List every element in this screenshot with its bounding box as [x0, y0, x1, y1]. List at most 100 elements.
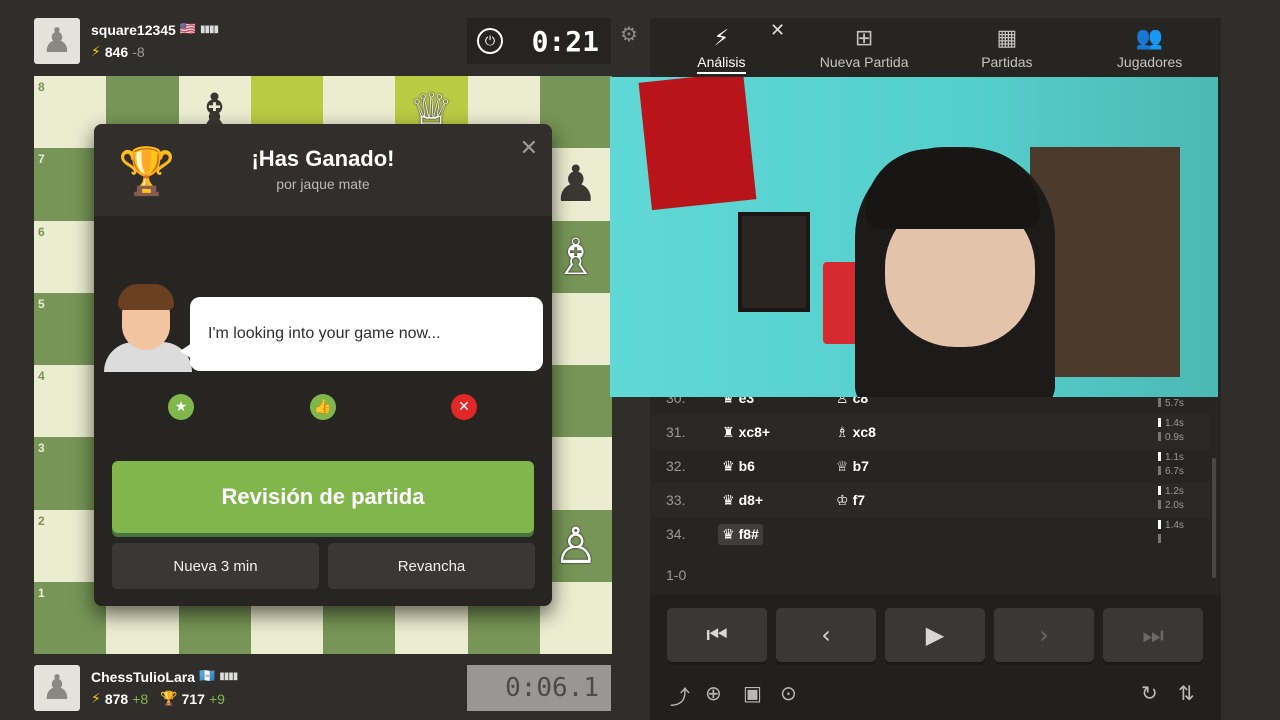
white-move-time: 1.4s	[1165, 520, 1184, 531]
move-text: f8#	[738, 526, 759, 542]
gear-icon[interactable]: ⚙	[620, 22, 638, 46]
zoom-icon[interactable]: ⊙	[780, 681, 797, 705]
white-move[interactable]: ♛ f8#	[718, 524, 763, 545]
x-circle-icon[interactable]: ✕	[451, 394, 477, 420]
rank-label: 3	[38, 441, 45, 456]
modal-title: ¡Has Ganado!	[251, 146, 395, 171]
move-text: b6	[738, 458, 755, 474]
tab-players[interactable]: 👥 Jugadores	[1078, 18, 1221, 76]
bottom-player-avatar[interactable]: ♟	[34, 665, 80, 711]
rank-label: 6	[38, 224, 45, 239]
white-move[interactable]: ♛ d8+	[722, 492, 763, 509]
bottom-player-name[interactable]: ChessTulioLara	[91, 666, 195, 688]
tab-games[interactable]: ▦ Partidas	[936, 18, 1079, 76]
move-text: xc8+	[738, 424, 771, 440]
next-move-button[interactable]: ›	[994, 608, 1094, 662]
bottom-player-bar: ♟ ChessTulioLara 🇬🇹 ▮▮▮▮ ⚡ 878 +8 🏆 717 …	[34, 665, 238, 711]
top-player-clock: ⏻ 0:21	[467, 18, 611, 64]
top-player-rating: 846	[104, 44, 129, 60]
move-times: 1.1s 6.7s	[1158, 451, 1184, 479]
bottom-player-clock: 0:06.1	[467, 665, 611, 711]
play-button[interactable]: ▶	[885, 608, 985, 662]
rank-label: 4	[38, 369, 45, 383]
top-player-name[interactable]: square12345	[91, 19, 176, 41]
rank-label: 2	[38, 513, 45, 528]
move-number: 34.	[666, 526, 686, 542]
game-result: 1-0	[666, 567, 687, 583]
bottom-player-rating: 878	[104, 691, 129, 707]
piece-icon: ♛	[722, 527, 735, 543]
move-list-scrollbar[interactable]	[1212, 458, 1216, 578]
rematch-button[interactable]: Revancha	[328, 543, 535, 589]
piece-icon: ♔	[836, 493, 849, 509]
star-icon[interactable]: ★	[168, 394, 194, 420]
tab-label: Nueva Partida	[819, 54, 909, 70]
close-icon[interactable]: ✕	[770, 20, 785, 41]
black-move[interactable]: ♔ f7	[836, 492, 865, 509]
previous-move-button[interactable]: ‹	[776, 608, 876, 662]
share-icon[interactable]: ⤴	[670, 681, 690, 710]
blitz-icon: ⚡	[91, 691, 101, 707]
modal-header: 🏆 ¡Has Ganado! por jaque mate ✕	[94, 124, 552, 216]
black-move-time: 6.7s	[1165, 466, 1184, 477]
file-label: h	[600, 638, 608, 652]
top-player-avatar[interactable]: ♟	[34, 18, 80, 64]
white-move-time: 1.4s	[1165, 418, 1184, 429]
file-label: f	[455, 638, 460, 652]
move-times: 1.2s 2.0s	[1158, 485, 1184, 513]
rank-label: 5	[38, 296, 45, 311]
game-review-button[interactable]: Revisión de partida	[112, 461, 534, 533]
new-game-button[interactable]: Nueva 3 min	[112, 543, 319, 589]
tab-new-game[interactable]: ⊞ Nueva Partida	[793, 18, 936, 76]
rank-label: 1	[38, 585, 45, 600]
top-player-flag: 🇺🇸	[179, 22, 197, 37]
move-row: 33. ♛ d8+ ♔ f7 1.2s 2.0s	[650, 483, 1210, 517]
white-move[interactable]: ♛ b6	[722, 458, 755, 475]
file-label: c	[238, 638, 246, 652]
move-text: d8+	[738, 492, 764, 508]
file-label: e	[383, 638, 390, 652]
piece-icon: ♛	[722, 493, 735, 509]
board-icon: ▦	[996, 26, 1018, 51]
move-row: 34. ♛ f8# 1.4s	[650, 517, 1210, 551]
last-move-button[interactable]: ⏭	[1103, 608, 1203, 662]
move-text: f7	[852, 492, 866, 508]
move-text: b7	[852, 458, 869, 474]
black-move[interactable]: ♕ b7	[836, 458, 869, 475]
move-text: xc8	[852, 424, 876, 440]
clock-icon: ⏻	[477, 28, 503, 54]
move-number: 32.	[666, 458, 686, 474]
game-over-modal: 🏆 ¡Has Ganado! por jaque mate ✕ I'm look…	[94, 124, 552, 606]
add-to-library-icon[interactable]: ⊕	[705, 681, 722, 705]
black-move-time: 5.7s	[1165, 398, 1184, 409]
top-player-connection-icon: ▮▮▮▮	[200, 24, 219, 35]
file-label: a	[94, 638, 101, 652]
refresh-icon[interactable]: ↻	[1141, 681, 1158, 705]
file-label: d	[311, 638, 319, 652]
move-list: 34. ♛ f8# 1.4s 33. ♛ d8+ ♔ f7 1.2s 2.0s 32. ♛ b6 ♕ b7 1.…	[650, 393, 1221, 593]
piece-icon: ♕	[836, 459, 849, 475]
close-icon[interactable]: ✕	[520, 136, 538, 161]
image-icon[interactable]: ▣	[743, 681, 762, 705]
move-row: 32. ♛ b6 ♕ b7 1.1s 6.7s	[650, 449, 1210, 483]
bottom-player-connection-icon: ▮▮▮▮	[219, 671, 238, 682]
move-number: 31.	[666, 424, 686, 440]
move-number: 33.	[666, 492, 686, 508]
wall-chessboard	[738, 212, 810, 312]
bottom-player-rating-delta: +8	[132, 691, 149, 707]
black-move[interactable]: ♗ xc8	[836, 424, 876, 441]
trophy-icon: 🏆	[160, 691, 178, 707]
white-move-time: 1.1s	[1165, 452, 1184, 463]
flip-board-icon[interactable]: ⇅	[1178, 681, 1195, 705]
white-move[interactable]: ♜ xc8+	[722, 424, 770, 441]
coach-message: I'm looking into your game now...	[180, 297, 543, 371]
top-player-bar: ♟ square12345 🇺🇸 ▮▮▮▮ ⚡ 846 -8	[34, 18, 219, 64]
file-label: g	[527, 638, 536, 652]
piece-icon: ♗	[836, 425, 849, 441]
black-move[interactable]	[836, 526, 840, 543]
move-row: 31. ♜ xc8+ ♗ xc8 1.4s 0.9s	[650, 415, 1210, 449]
white-move-time: 1.2s	[1165, 486, 1184, 497]
first-move-button[interactable]: ⏮	[667, 608, 767, 662]
thumbs-up-icon[interactable]: 👍	[310, 394, 336, 420]
tab-label: Jugadores	[1116, 54, 1183, 70]
